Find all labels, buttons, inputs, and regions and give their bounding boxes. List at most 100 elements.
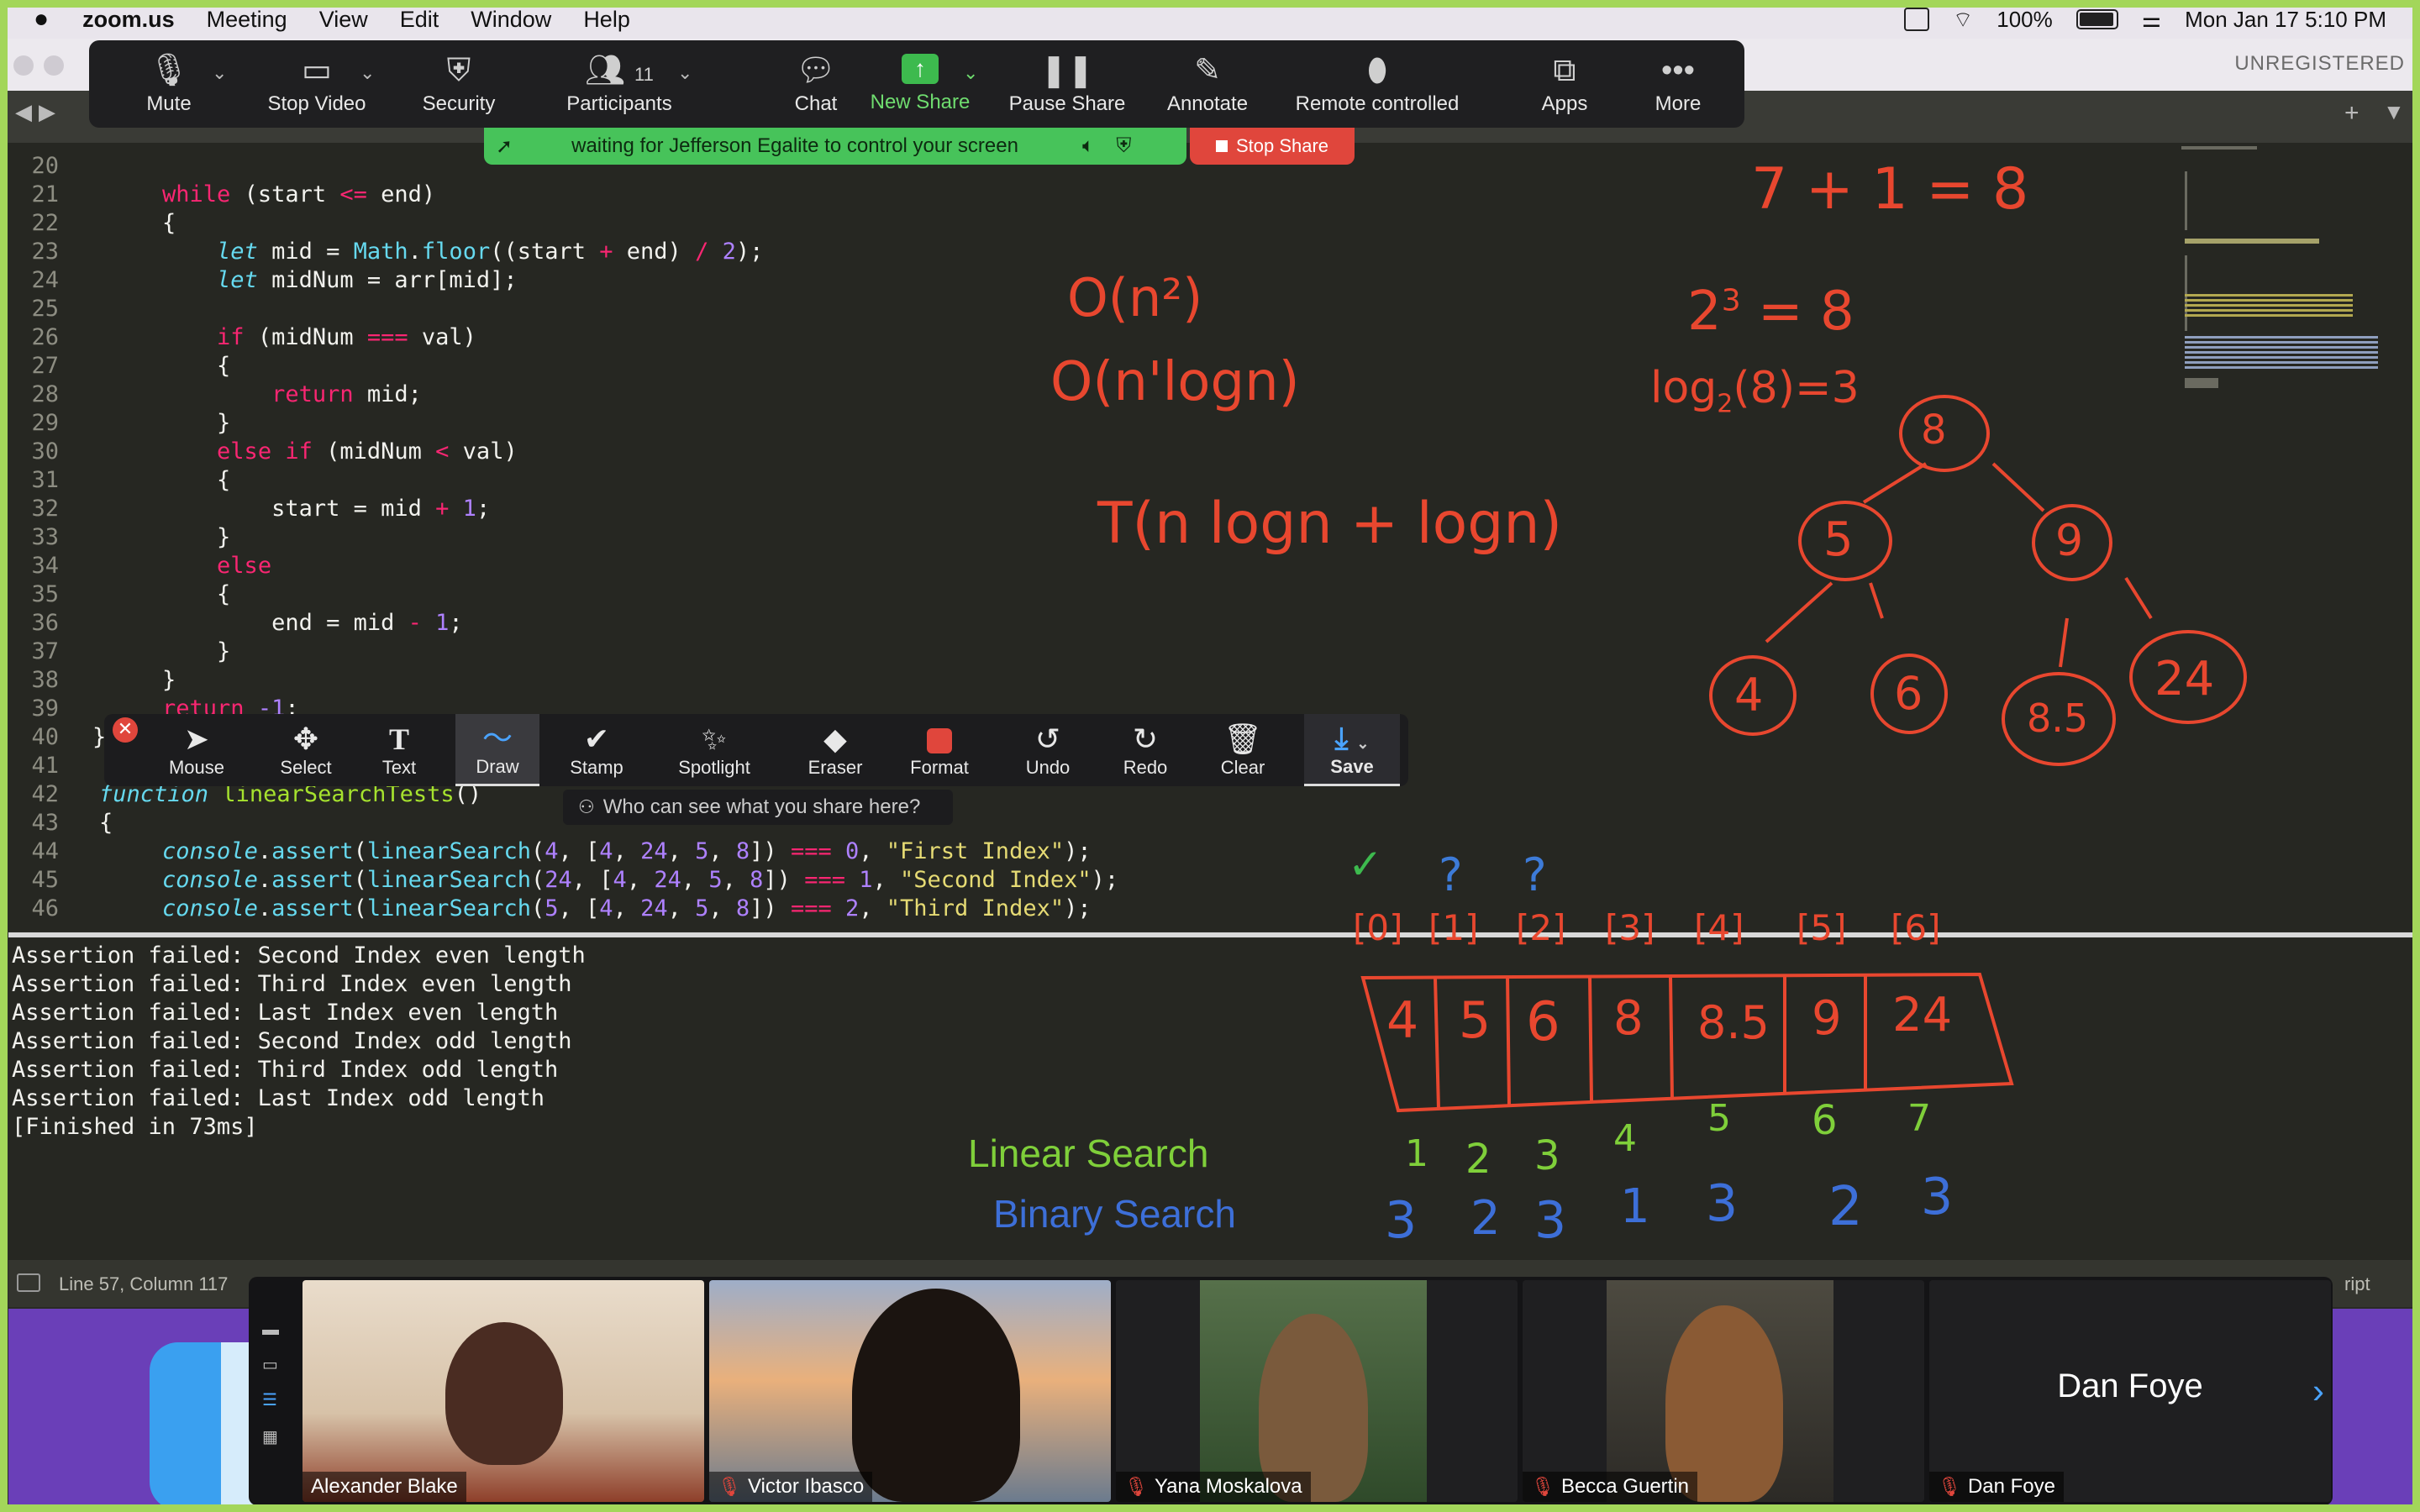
panel-toggle-icon[interactable] (17, 1273, 40, 1292)
hide-video-icon[interactable]: ▭ (262, 1354, 282, 1375)
more-dots-icon: ••• (1661, 53, 1695, 88)
video-options-caret-icon[interactable]: ⌄ (360, 62, 375, 84)
array-index: [1] (1428, 907, 1479, 948)
binary-count: 2 (1470, 1191, 1501, 1246)
editor-minimap[interactable] (2173, 146, 2383, 398)
video-tile[interactable]: 🎙︎ Becca Guertin (1523, 1280, 1924, 1502)
chat-button[interactable]: 💬︎ Chat (770, 40, 862, 128)
who-can-see-label: Who can see what you share here? (602, 795, 921, 818)
pause-share-label: Pause Share (1008, 92, 1126, 115)
select-tool[interactable]: ✥ Select (264, 714, 348, 786)
participants-button[interactable]: 👥︎ 11 Participants (548, 40, 691, 128)
linear-search-label: Linear Search (968, 1131, 1209, 1175)
binary-tree-drawing (1709, 395, 2247, 766)
text-t-icon: T (388, 722, 409, 756)
who-can-see-button[interactable]: ⚇ Who can see what you share here? (563, 790, 953, 825)
cursor-position: Line 57, Column 117 (59, 1273, 229, 1294)
next-page-chevron-icon[interactable]: › (2312, 1371, 2324, 1411)
line-number: 20 (31, 153, 59, 179)
remote-controlled-button[interactable]: ⬮ Remote controlled (1281, 40, 1474, 128)
mute-button[interactable]: 🎙︎ Mute (123, 40, 215, 128)
big-o-n-log-n: O(n'logn) (1050, 351, 1300, 413)
tab-back-icon[interactable]: ◀ (15, 99, 32, 125)
battery-icon[interactable] (2075, 9, 2118, 29)
stop-share-button[interactable]: Stop Share (1190, 128, 1355, 165)
menu-window[interactable]: Window (471, 7, 551, 33)
tab-list-icon[interactable]: ▼ (2383, 99, 2405, 125)
participant-count: 11 (634, 64, 654, 85)
share-options-caret-icon[interactable]: ⌄ (963, 62, 978, 84)
linear-count: 4 (1613, 1117, 1637, 1160)
minimize-window-button[interactable] (44, 55, 64, 76)
line-number: 22 (31, 210, 59, 236)
syntax-mode[interactable]: ript (2344, 1273, 2370, 1295)
tree-node: 24 (2154, 652, 2215, 706)
array-cell: 6 (1526, 991, 1560, 1053)
code-line: } (108, 667, 176, 693)
close-window-button[interactable] (13, 55, 34, 76)
pause-share-button[interactable]: ❚❚ Pause Share (1000, 40, 1134, 128)
spotlight-tool[interactable]: ✨︎ Spotlight (664, 714, 765, 786)
menu-edit[interactable]: Edit (400, 7, 439, 33)
line-number: 42 (31, 781, 59, 807)
undo-button[interactable]: ↺ Undo (1010, 714, 1086, 786)
apps-button[interactable]: ⧉ Apps (1523, 40, 1607, 128)
stop-video-button[interactable]: ▭ Stop Video (254, 40, 380, 128)
more-label: More (1655, 92, 1702, 115)
menu-help[interactable]: Help (583, 7, 630, 33)
menu-app-zoom[interactable]: zoom.us (82, 7, 175, 33)
wifi-icon[interactable]: ⌔ (1953, 6, 1973, 34)
code-line: { (99, 810, 113, 836)
video-tile[interactable]: 🎙︎ Yana Moskalova (1116, 1280, 1518, 1502)
stamp-tool[interactable]: ✔ Stamp (555, 714, 639, 786)
menubar-clock[interactable]: Mon Jan 17 5:10 PM (2185, 7, 2386, 33)
format-tool[interactable]: Format (897, 714, 981, 786)
output-line: [Finished in 73ms] (12, 1114, 258, 1140)
audio-options-caret-icon[interactable]: ⌄ (212, 62, 227, 84)
code-line: let midNum = arr[mid]; (217, 267, 518, 293)
save-button[interactable]: ⤓ ⌄ Save (1304, 714, 1400, 786)
menu-view[interactable]: View (319, 7, 368, 33)
gallery-view-icon[interactable]: ▦ (262, 1426, 282, 1447)
tab-forward-icon[interactable]: ▶ (39, 99, 55, 125)
new-tab-icon[interactable]: + (2344, 99, 2360, 128)
output-line: Assertion failed: Second Index even leng… (12, 942, 586, 969)
eraser-tool[interactable]: ◆ Eraser (793, 714, 877, 786)
clear-button[interactable]: 🗑︎ Clear (1205, 714, 1281, 786)
strip-view-icon[interactable]: ☰ (262, 1389, 282, 1410)
apple-icon[interactable]: ● (34, 5, 49, 34)
linear-count: 7 (1907, 1097, 1931, 1140)
mouse-tool[interactable]: ➤ Mouse (155, 714, 239, 786)
video-tile[interactable]: Dan Foye 🎙︎ Dan Foye (1929, 1280, 2331, 1502)
participant-video-strip: ▬ ▭ ☰ ▦ Alexander Blake 🎙︎ Victor Ibasco … (249, 1277, 2333, 1505)
text-tool[interactable]: T Text (361, 714, 437, 786)
new-share-button[interactable]: ↑ New Share (857, 40, 983, 128)
undo-label: Undo (1025, 757, 1071, 778)
security-button[interactable]: ⛨ Security (408, 40, 509, 128)
drive-icon[interactable] (1903, 8, 1929, 31)
stop-video-label: Stop Video (267, 92, 366, 115)
video-tile[interactable]: Alexander Blake (302, 1280, 704, 1502)
binary-count: 3 (1706, 1174, 1739, 1233)
annotate-button[interactable]: ✎ Annotate (1153, 40, 1262, 128)
video-tile[interactable]: 🎙︎ Victor Ibasco (709, 1280, 1111, 1502)
close-annotation-button[interactable]: ✕ (113, 717, 138, 743)
output-line: Assertion failed: Second Index odd lengt… (12, 1028, 572, 1054)
tree-node: 9 (2055, 516, 2084, 566)
security-label: Security (422, 92, 496, 115)
code-line: console.assert(linearSearch(4, [4, 24, 5… (162, 838, 1092, 864)
more-button[interactable]: ••• More (1632, 40, 1724, 128)
linear-count: 3 (1534, 1132, 1560, 1179)
equation-seven-plus-one: 7 + 1 = 8 (1751, 156, 2029, 223)
control-center-icon[interactable]: ⚌ (2142, 7, 2161, 33)
draw-tool[interactable]: ～ Draw (455, 714, 539, 786)
screen-share-banner: ➚ waiting for Jefferson Egalite to contr… (484, 128, 1186, 165)
redo-button[interactable]: ↻ Redo (1107, 714, 1183, 786)
minimize-strip-icon[interactable]: ▬ (262, 1320, 282, 1340)
output-line: Assertion failed: Third Index odd length (12, 1057, 559, 1083)
menu-meeting[interactable]: Meeting (207, 7, 287, 33)
participant-silhouette (852, 1289, 1020, 1502)
audio-share-icon[interactable]: 🔈︎ (1082, 134, 1094, 158)
participants-caret-icon[interactable]: ⌄ (677, 62, 692, 84)
line-number: 27 (31, 353, 59, 379)
